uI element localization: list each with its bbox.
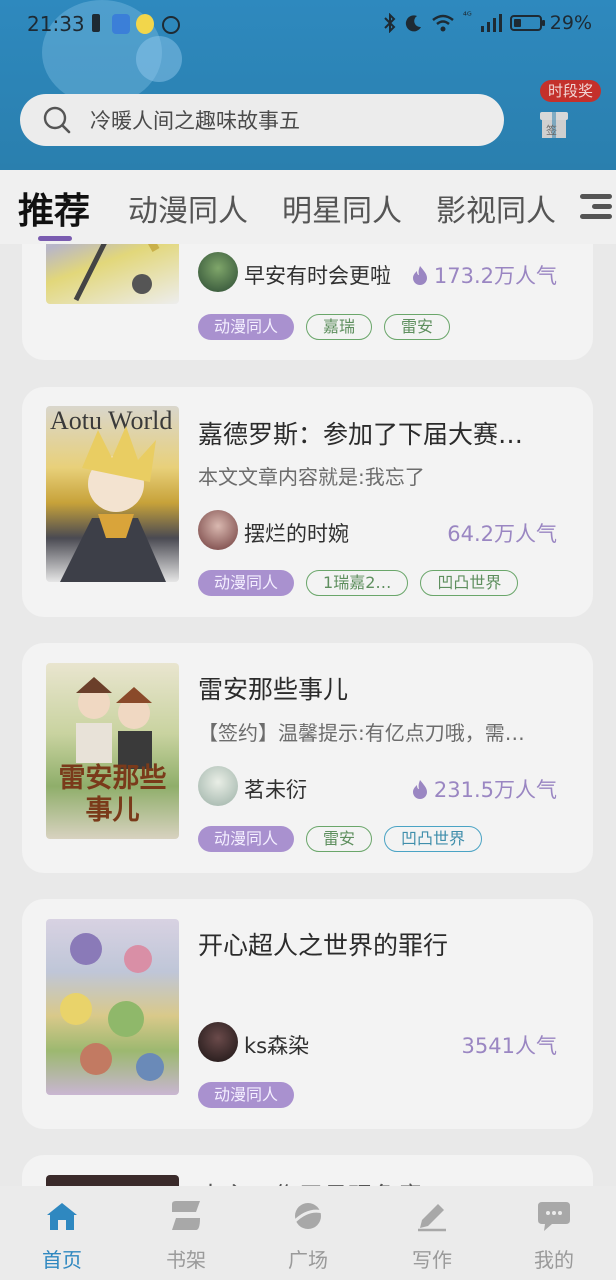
tag-category[interactable]: 动漫同人: [198, 1082, 295, 1108]
bookshelf-icon: [172, 1201, 200, 1230]
tab-active-indicator: [38, 236, 72, 241]
book-cover: [46, 244, 179, 304]
book-cover: 雷安那些事儿: [46, 663, 179, 839]
planet-icon: [292, 1203, 324, 1229]
gift-icon: 签: [540, 106, 568, 138]
nav-plaza[interactable]: 广场: [268, 1200, 348, 1273]
book-card[interactable]: 雷安那些事儿 雷安那些事儿 【签约】温馨提示:有亿点刀哦，需… 茗未衍 231.…: [22, 643, 593, 873]
status-time: 21:33: [27, 12, 85, 36]
tag-category[interactable]: 动漫同人: [198, 826, 295, 852]
popularity: 3541人气: [462, 1030, 557, 1060]
popularity-value: 3541人气: [461, 1034, 557, 1058]
home-icon: [47, 1203, 77, 1230]
tag[interactable]: 1瑞嘉2…: [306, 570, 409, 596]
bottom-navigation: 首页 书架 广场 写作 我的: [0, 1186, 616, 1280]
flame-icon: [412, 266, 427, 285]
tag[interactable]: 雷安: [384, 314, 451, 340]
network-type: ⁴ᴳ: [462, 10, 472, 22]
popularity-value: 173.2万人气: [433, 264, 557, 288]
author-name[interactable]: 早安有时会更啦: [244, 260, 391, 290]
gift-badge: 时段奖: [540, 80, 602, 102]
book-cover: [46, 1175, 179, 1186]
book-title[interactable]: 开心超人之世界的罪行: [198, 926, 578, 962]
tag-category[interactable]: 动漫同人: [198, 314, 295, 340]
book-feed: 早安有时会更啦 173.2万人气 动漫同人 嘉瑞 雷安 Aotu World 嘉…: [0, 244, 616, 1186]
author-name[interactable]: 摆烂的时婉: [244, 518, 349, 548]
author-avatar[interactable]: [198, 252, 238, 292]
bluetooth-icon: [384, 13, 396, 33]
book-cover: Aotu World: [46, 406, 179, 582]
nav-plaza-label: 广场: [288, 1248, 328, 1272]
tab-anime-fanfic[interactable]: 动漫同人: [128, 186, 248, 230]
tab-recommended[interactable]: 推荐: [18, 182, 90, 234]
tag[interactable]: 雷安: [306, 826, 373, 852]
popularity: 64.2万人气: [447, 518, 557, 548]
cover-art: [73, 244, 160, 302]
chat-bubble-icon: [538, 1202, 570, 1231]
app-header: 21:33 ⁴ᴳ 29% 冷暖人间之趣味故事五 时段奖 签: [0, 0, 616, 170]
author-name[interactable]: 茗未衍: [244, 774, 307, 804]
tag-list: 动漫同人 雷安 凹凸世界: [198, 826, 483, 852]
popularity: 231.5万人气: [412, 774, 557, 804]
tag-category[interactable]: 动漫同人: [198, 570, 295, 596]
tag-list: 动漫同人 1瑞嘉2… 凹凸世界: [198, 570, 519, 596]
book-title[interactable]: 雷安那些事儿: [198, 670, 578, 706]
nav-profile-label: 我的: [534, 1248, 574, 1272]
search-bar[interactable]: 冷暖人间之趣味故事五: [20, 94, 504, 146]
book-card[interactable]: Aotu World 嘉德罗斯：参加了下届大赛… 本文文章内容就是:我忘了 摆烂…: [22, 387, 593, 617]
popularity-value: 231.5万人气: [433, 778, 557, 802]
wifi-icon: [432, 14, 454, 32]
author-avatar[interactable]: [198, 1022, 238, 1062]
moon-icon: [405, 15, 421, 32]
emoji-app-icon: [136, 14, 154, 34]
nav-home-label: 首页: [42, 1248, 82, 1272]
nav-write[interactable]: 写作: [392, 1200, 472, 1273]
tab-celebrity-fanfic[interactable]: 明星同人: [282, 186, 402, 230]
tag[interactable]: 凹凸世界: [420, 570, 519, 596]
signal-icon: [480, 14, 502, 32]
author-avatar[interactable]: [198, 510, 238, 550]
sign-in-gift-button[interactable]: 时段奖 签: [532, 80, 604, 148]
popularity: 173.2万人气: [412, 260, 557, 290]
status-bar: 21:33 ⁴ᴳ 29%: [0, 0, 616, 52]
nav-bookshelf-label: 书架: [166, 1248, 206, 1272]
popularity-value: 64.2万人气: [447, 522, 557, 546]
category-tabs: 推荐 动漫同人 明星同人 影视同人: [0, 170, 616, 244]
book-card[interactable]: 大主…作用月现危意!…: [22, 1155, 593, 1186]
nav-write-label: 写作: [412, 1248, 452, 1272]
nav-home[interactable]: 首页: [22, 1200, 102, 1273]
tag[interactable]: 凹凸世界: [384, 826, 483, 852]
book-description: 本文文章内容就是:我忘了: [198, 465, 425, 489]
book-cover: [46, 919, 179, 1095]
pen-icon: [418, 1204, 446, 1232]
tab-film-fanfic[interactable]: 影视同人: [436, 186, 556, 230]
tag-list: 动漫同人: [198, 1082, 295, 1108]
status-right: ⁴ᴳ 29%: [383, 10, 592, 34]
book-title[interactable]: 大主…作用月现危意!…: [198, 1177, 578, 1186]
battery-icon: [509, 15, 545, 31]
author-avatar[interactable]: [198, 766, 238, 806]
nfc-icon: [162, 16, 180, 34]
book-card[interactable]: 早安有时会更啦 173.2万人气 动漫同人 嘉瑞 雷安: [22, 244, 593, 360]
search-placeholder: 冷暖人间之趣味故事五: [90, 109, 300, 133]
book-description: 【签约】温馨提示:有亿点刀哦，需…: [198, 721, 525, 745]
nav-bookshelf[interactable]: 书架: [146, 1200, 226, 1273]
battery-percent: 29%: [549, 12, 592, 34]
book-title[interactable]: 嘉德罗斯：参加了下届大赛…: [198, 415, 578, 451]
tag-list: 动漫同人 嘉瑞 雷安: [198, 314, 451, 340]
search-icon: [43, 106, 71, 134]
nav-profile[interactable]: 我的: [514, 1200, 594, 1273]
gift-mark: 签: [546, 124, 557, 137]
flame-icon: [412, 780, 427, 799]
sim-icon: [92, 14, 100, 32]
shield-app-icon: [112, 14, 130, 34]
cover-text: 雷安那些事儿: [58, 763, 167, 826]
tab-menu-icon[interactable]: [576, 190, 616, 224]
author-name[interactable]: ks森染: [244, 1030, 309, 1060]
tag[interactable]: 嘉瑞: [306, 314, 373, 340]
book-card[interactable]: 开心超人之世界的罪行 ks森染 3541人气 动漫同人: [22, 899, 593, 1129]
